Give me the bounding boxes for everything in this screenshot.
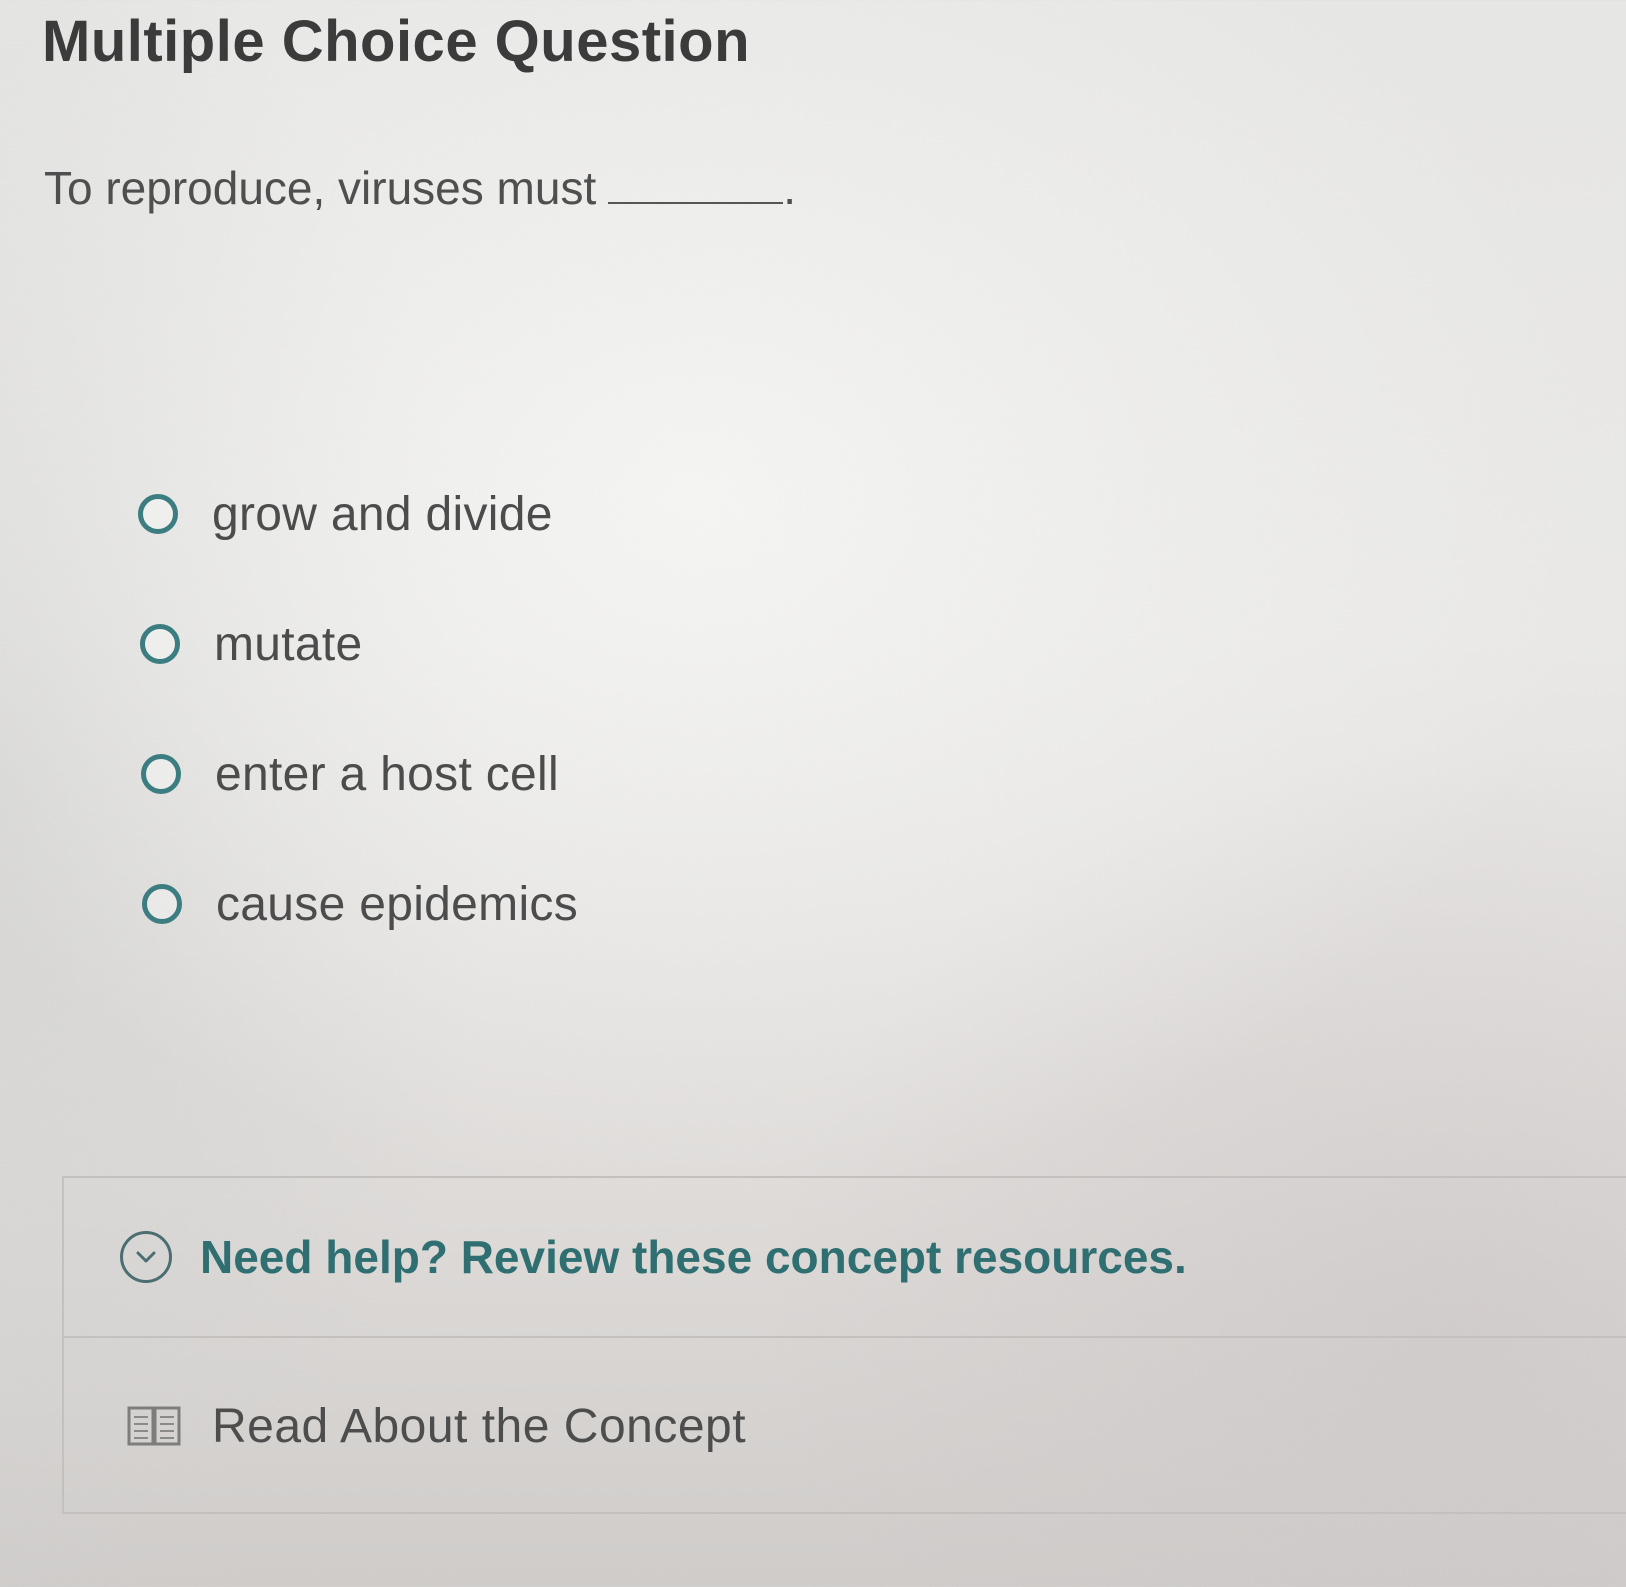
choice-label: grow and divide <box>212 487 553 541</box>
choice-label: mutate <box>214 617 363 671</box>
question-heading: Multiple Choice Question <box>42 9 751 74</box>
choice-enter-a-host-cell[interactable]: enter a host cell <box>141 746 578 802</box>
radio-button[interactable] <box>140 624 180 664</box>
choice-label: enter a host cell <box>215 747 559 801</box>
radio-button[interactable] <box>141 754 181 794</box>
chevron-down-icon[interactable] <box>120 1231 172 1283</box>
read-about-concept-label: Read About the Concept <box>212 1399 747 1453</box>
radio-button[interactable] <box>142 884 182 924</box>
read-about-concept-link[interactable]: Read About the Concept <box>64 1346 746 1506</box>
question-prompt: To reproduce, viruses must. <box>44 158 796 215</box>
answer-blank <box>608 158 784 204</box>
answer-choices: grow and divide mutate enter a host cell… <box>138 486 578 1006</box>
prompt-text: To reproduce, viruses must <box>44 162 597 214</box>
radio-button[interactable] <box>138 494 178 534</box>
choice-cause-epidemics[interactable]: cause epidemics <box>142 876 578 932</box>
book-icon <box>126 1403 182 1449</box>
choice-label: cause epidemics <box>216 877 579 931</box>
choice-grow-and-divide[interactable]: grow and divide <box>138 486 578 542</box>
concept-resources-toggle[interactable]: Need help? Review these concept resource… <box>64 1178 1626 1338</box>
concept-resources-title: Need help? Review these concept resource… <box>200 1231 1187 1283</box>
concept-resources-panel: Need help? Review these concept resource… <box>62 1176 1626 1514</box>
choice-mutate[interactable]: mutate <box>140 616 578 672</box>
prompt-period: . <box>783 162 797 214</box>
